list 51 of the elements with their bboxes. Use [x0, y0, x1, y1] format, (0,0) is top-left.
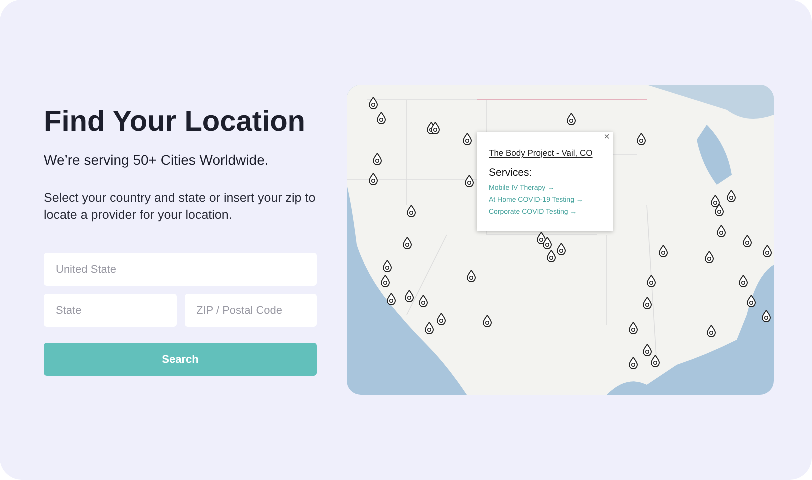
map-pin-icon[interactable] — [387, 293, 396, 305]
close-button[interactable]: × — [604, 132, 610, 143]
map-pin-icon[interactable] — [739, 275, 748, 287]
map-pin-icon[interactable] — [629, 322, 638, 334]
map-pin-icon[interactable] — [643, 344, 652, 356]
map-pin-icon[interactable] — [465, 175, 474, 187]
map-pin-icon[interactable] — [727, 190, 736, 202]
map-pin-icon[interactable] — [557, 243, 566, 255]
provider-link[interactable]: The Body Project - Vail, CO — [489, 147, 593, 159]
map-pin-icon[interactable] — [437, 313, 446, 325]
map-pin-icon[interactable] — [711, 195, 720, 207]
map-pin-icon[interactable] — [763, 245, 772, 257]
zip-field[interactable]: ZIP / Postal Code — [184, 294, 317, 327]
map-pin-icon[interactable] — [717, 225, 726, 237]
map-pin-icon[interactable] — [743, 235, 752, 247]
map-pin-icon[interactable] — [647, 275, 656, 287]
map-pin-icon[interactable] — [705, 251, 714, 263]
state-field[interactable]: State — [44, 294, 176, 327]
map-pin-icon[interactable] — [369, 173, 378, 185]
map-pin-icon[interactable] — [637, 133, 646, 145]
map-pin-icon[interactable] — [567, 113, 576, 125]
map-pin-icon[interactable] — [651, 355, 660, 367]
map-pin-icon[interactable] — [425, 322, 434, 334]
country-field[interactable]: United State — [44, 253, 317, 286]
map-pin-icon[interactable] — [543, 237, 552, 249]
map-pin-icon[interactable] — [403, 237, 412, 249]
map-pin-icon[interactable] — [747, 295, 756, 307]
description: Select your country and state or insert your zip to locate a provider for your location. — [44, 190, 317, 224]
map-pin-icon[interactable] — [715, 204, 724, 216]
page-title: Find Your Location — [44, 105, 306, 140]
map-pin-icon[interactable] — [383, 260, 392, 272]
map-pin-icon[interactable] — [483, 315, 492, 327]
map-pin-icon[interactable] — [407, 205, 416, 217]
map-pin-icon[interactable] — [643, 297, 652, 309]
map-pin-icon[interactable] — [377, 112, 386, 124]
map-pin-icon[interactable] — [431, 122, 440, 134]
map-pin-icon[interactable] — [762, 310, 771, 322]
map-pin-icon[interactable] — [369, 97, 378, 109]
services-heading: Services: — [489, 167, 534, 179]
search-button[interactable]: Search — [44, 343, 317, 376]
map-pin-icon[interactable] — [373, 153, 382, 165]
map-pin-icon[interactable] — [467, 270, 476, 282]
map-pin-icon[interactable] — [629, 357, 638, 369]
tagline: We’re serving 50+ Cities Worldwide. — [44, 152, 270, 168]
map-pin-icon[interactable] — [463, 133, 472, 145]
map-pin-icon[interactable] — [419, 295, 428, 307]
map-pin-icon[interactable] — [659, 245, 668, 257]
map-pin-icon[interactable] — [381, 275, 390, 287]
map-pin-icon[interactable] — [547, 250, 556, 262]
map-pin-icon[interactable] — [405, 290, 414, 302]
map-pin-icon[interactable] — [707, 325, 716, 337]
